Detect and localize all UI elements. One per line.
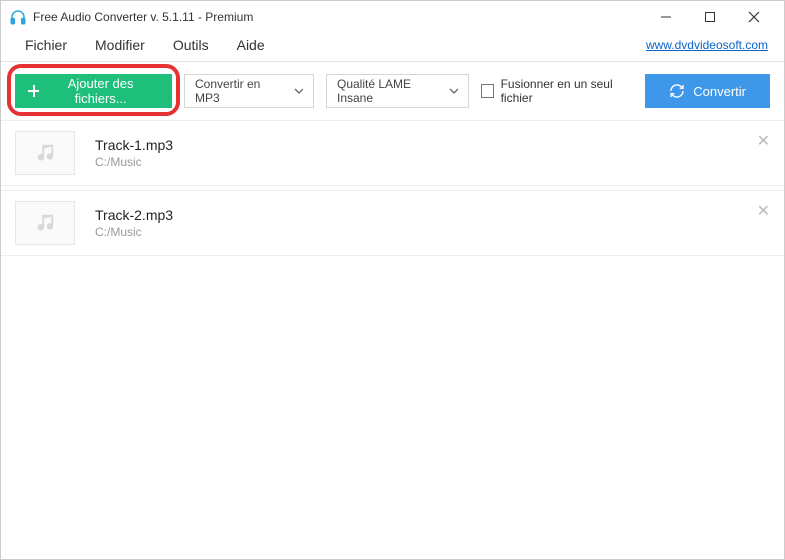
merge-label: Fusionner en un seul fichier <box>501 77 634 105</box>
quality-select-value: Qualité LAME Insane <box>337 77 439 105</box>
music-note-icon <box>34 142 56 164</box>
close-button[interactable] <box>732 3 776 31</box>
music-note-icon <box>34 212 56 234</box>
headphones-icon <box>9 8 27 26</box>
remove-track-button[interactable]: ✕ <box>757 201 770 221</box>
track-name: Track-1.mp3 <box>95 137 173 153</box>
quality-select[interactable]: Qualité LAME Insane <box>326 74 469 108</box>
convert-label: Convertir <box>693 84 746 99</box>
audio-thumbnail <box>15 201 75 245</box>
vendor-link[interactable]: www.dvdvideosoft.com <box>646 38 774 52</box>
menu-outils[interactable]: Outils <box>159 33 223 57</box>
audio-thumbnail <box>15 131 75 175</box>
track-info: Track-1.mp3 C:/Music <box>95 137 173 169</box>
maximize-button[interactable] <box>688 3 732 31</box>
track-name: Track-2.mp3 <box>95 207 173 223</box>
close-icon: ✕ <box>757 133 770 150</box>
plus-icon <box>27 84 39 98</box>
list-item[interactable]: Track-2.mp3 C:/Music ✕ <box>1 190 784 256</box>
toolbar: Ajouter des fichiers... Convertir en MP3… <box>1 62 784 120</box>
minimize-button[interactable] <box>644 3 688 31</box>
menu-modifier[interactable]: Modifier <box>81 33 159 57</box>
window-title: Free Audio Converter v. 5.1.11 - Premium <box>33 10 253 24</box>
remove-track-button[interactable]: ✕ <box>757 131 770 151</box>
refresh-icon <box>669 83 685 99</box>
convert-button[interactable]: Convertir <box>645 74 770 108</box>
chevron-down-icon <box>449 88 458 94</box>
maximize-icon <box>704 11 716 23</box>
format-select[interactable]: Convertir en MP3 <box>184 74 314 108</box>
format-select-value: Convertir en MP3 <box>195 77 284 105</box>
track-path: C:/Music <box>95 225 173 239</box>
menu-aide[interactable]: Aide <box>223 33 279 57</box>
menu-fichier[interactable]: Fichier <box>11 33 81 57</box>
close-icon: ✕ <box>757 203 770 220</box>
add-files-button[interactable]: Ajouter des fichiers... <box>15 74 172 108</box>
menubar: Fichier Modifier Outils Aide www.dvdvide… <box>1 33 784 61</box>
close-icon <box>748 11 760 23</box>
track-info: Track-2.mp3 C:/Music <box>95 207 173 239</box>
minimize-icon <box>660 11 672 23</box>
track-path: C:/Music <box>95 155 173 169</box>
checkbox-box-icon <box>481 84 494 98</box>
merge-checkbox[interactable]: Fusionner en un seul fichier <box>481 77 633 105</box>
add-files-label: Ajouter des fichiers... <box>47 76 154 106</box>
titlebar: Free Audio Converter v. 5.1.11 - Premium <box>1 1 784 33</box>
chevron-down-icon <box>294 88 303 94</box>
list-item[interactable]: Track-1.mp3 C:/Music ✕ <box>1 120 784 186</box>
add-files-highlight-wrap: Ajouter des fichiers... <box>15 74 172 108</box>
track-list: Track-1.mp3 C:/Music ✕ Track-2.mp3 C:/Mu… <box>1 120 784 256</box>
